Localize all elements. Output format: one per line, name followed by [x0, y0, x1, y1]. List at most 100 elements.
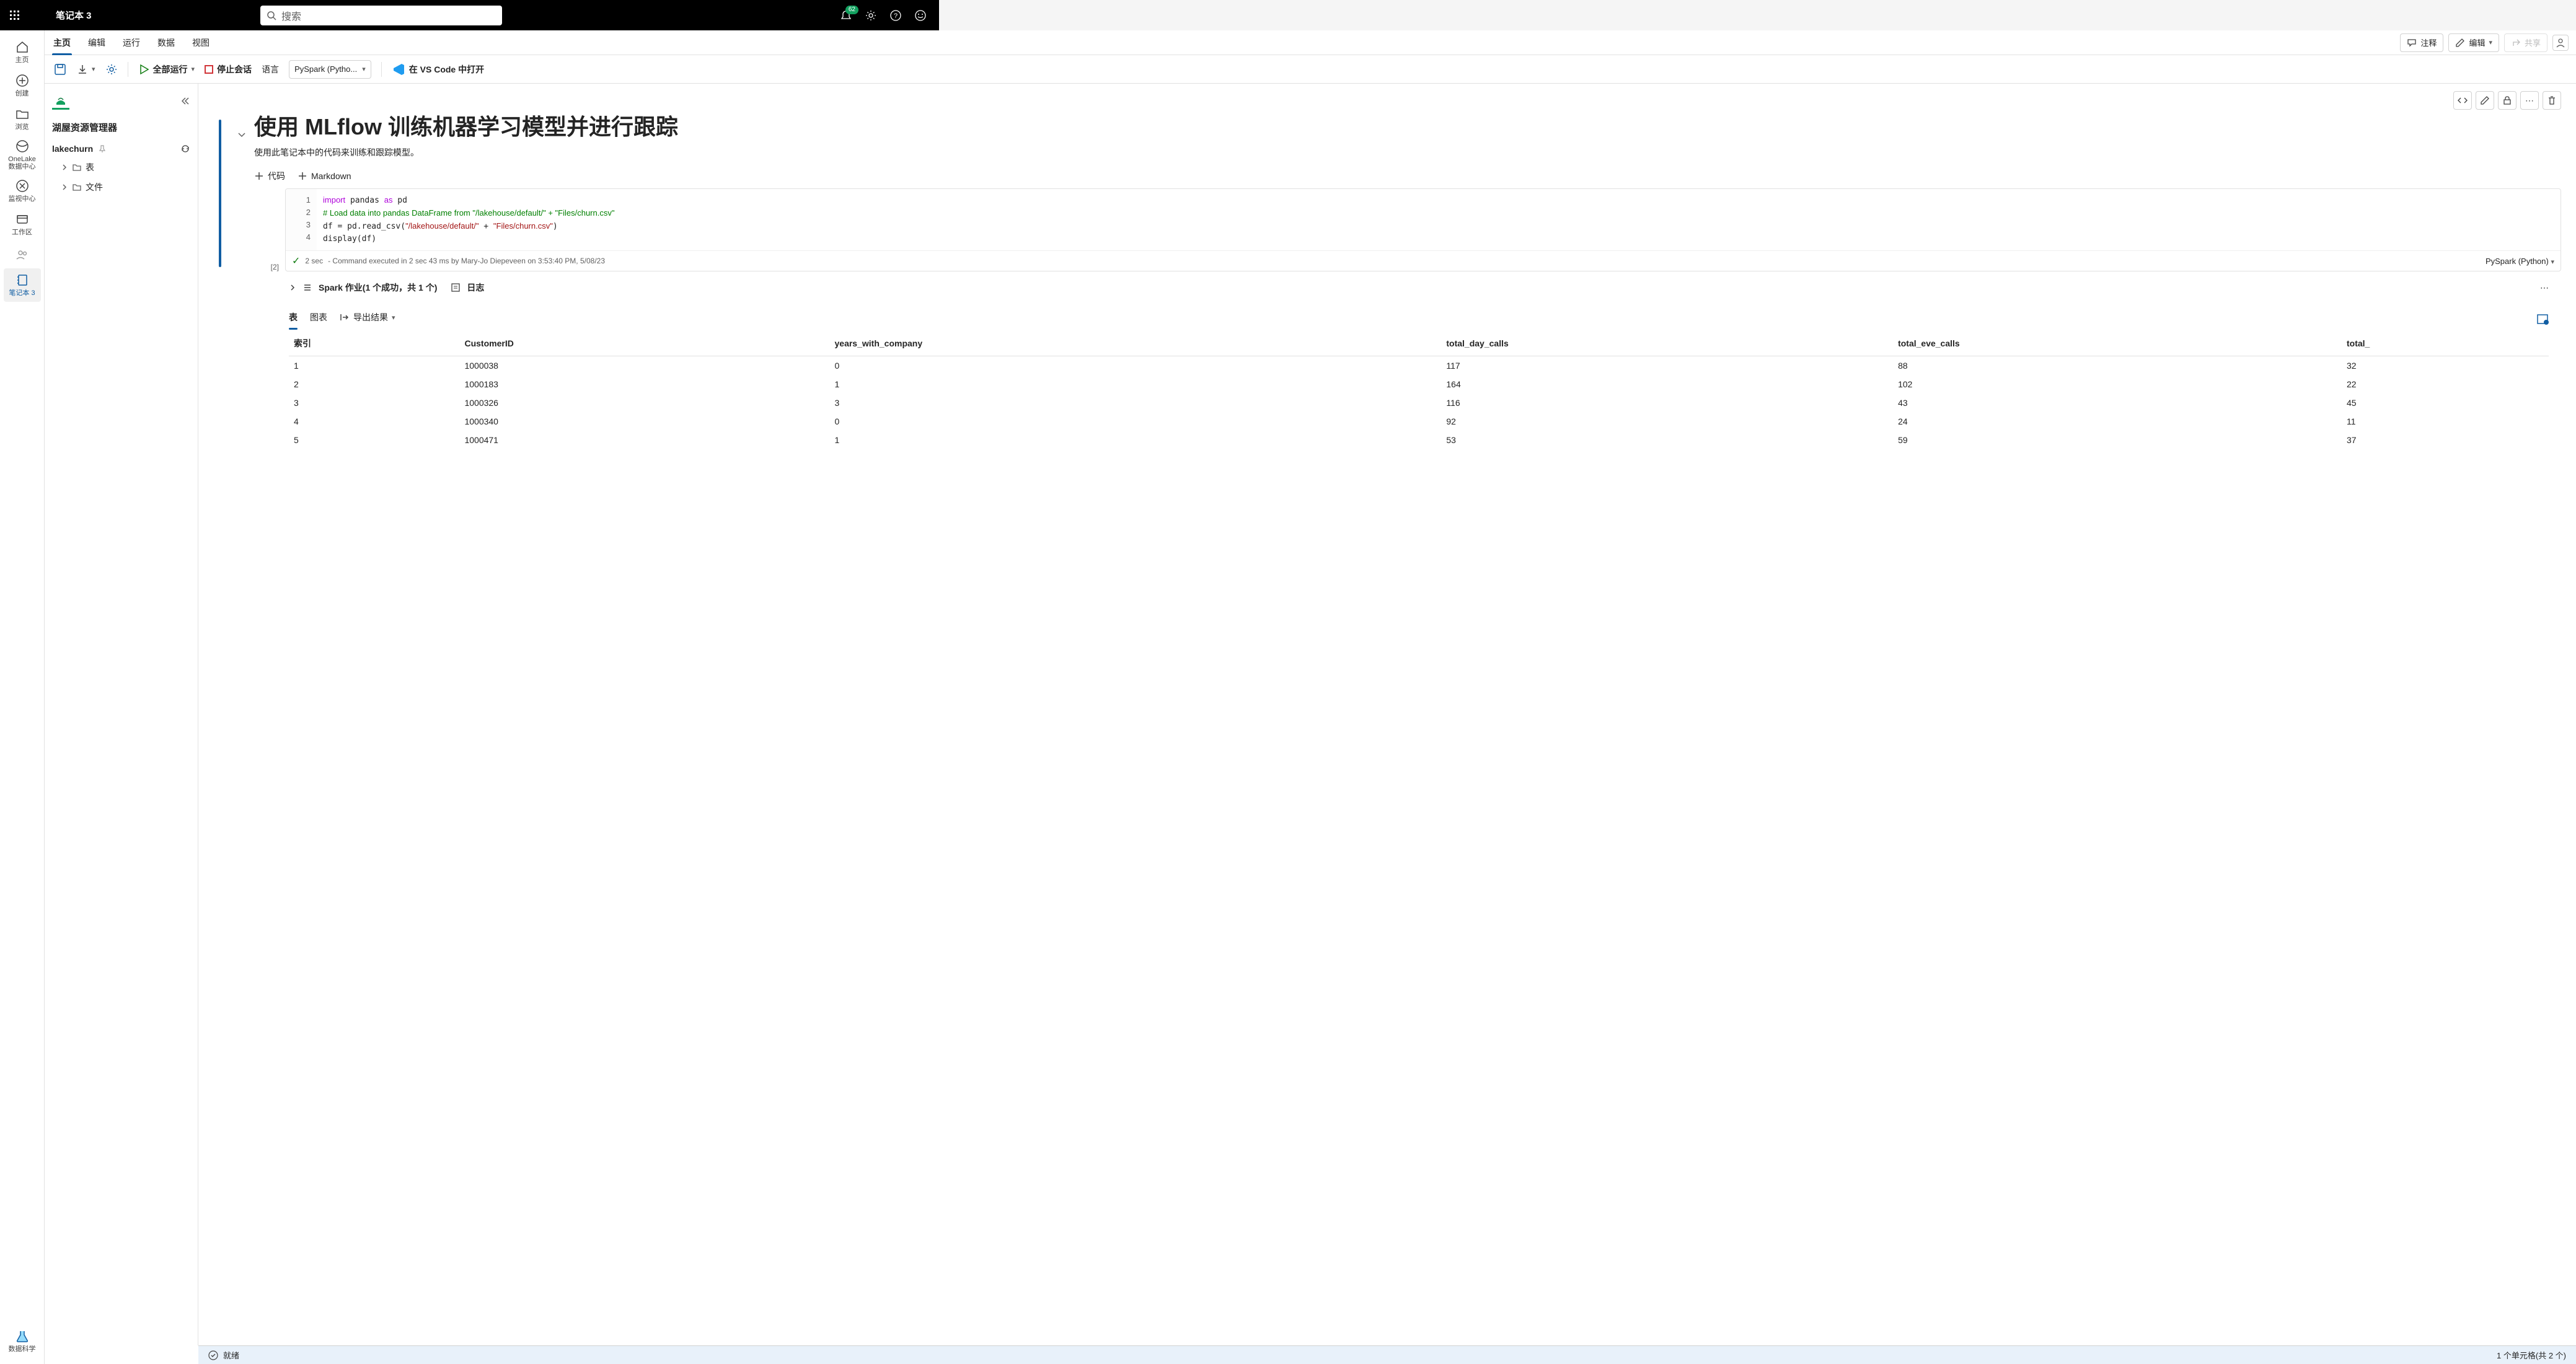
cell-edit-button[interactable]	[2476, 91, 2494, 110]
feedback-button[interactable]	[914, 9, 927, 22]
notebook-area: ⋯ 使用 MLflow 训练机器学习模型并进行跟踪 使用此笔记本中的代码来训练和…	[198, 84, 2576, 1345]
table-row[interactable]: 3100032631164345	[289, 394, 2549, 412]
share-icon	[2511, 38, 2521, 48]
nav-create[interactable]: 创建	[4, 69, 41, 102]
add-markdown-cell-button[interactable]: Markdown	[298, 170, 351, 182]
lakehouse-icon	[54, 93, 68, 107]
language-select[interactable]: PySpark (Pytho... ▾	[289, 60, 371, 79]
tab-home[interactable]: 主页	[52, 30, 72, 55]
sync-icon[interactable]	[180, 144, 190, 154]
table-cell: 116	[1441, 394, 1893, 412]
cell-selection-bar[interactable]	[219, 120, 221, 267]
lakehouse-item[interactable]: lakechurn	[50, 140, 193, 157]
table-cell: 22	[2342, 375, 2549, 394]
open-vscode-button[interactable]: 在 VS Code 中打开	[392, 63, 484, 76]
tab-edit[interactable]: 编辑	[87, 30, 107, 55]
plus-icon	[298, 171, 307, 181]
table-cell: 1	[830, 431, 1442, 449]
save-icon	[53, 63, 67, 76]
table-cell: 0	[830, 356, 1442, 376]
table-row[interactable]: 410003400922411	[289, 412, 2549, 431]
run-all-button[interactable]: 全部运行 ▾	[138, 63, 195, 76]
spark-more-button[interactable]: ⋯	[2540, 283, 2549, 293]
table-cell: 1000038	[459, 356, 829, 376]
code-editor[interactable]: import pandas as pd # Load data into pan…	[317, 189, 2561, 250]
stop-session-button[interactable]: 停止会话	[205, 63, 252, 76]
nav-data-science[interactable]: 数据科学	[4, 1324, 41, 1358]
output-tab-table[interactable]: 表	[289, 311, 298, 327]
col-day-calls[interactable]: total_day_calls	[1441, 331, 1893, 356]
settings-button[interactable]	[865, 9, 877, 22]
table-cell: 0	[830, 412, 1442, 431]
vscode-icon	[392, 63, 405, 76]
help-button[interactable]: ?	[889, 9, 902, 22]
play-icon	[138, 64, 149, 75]
spark-expand-toggle[interactable]	[289, 284, 296, 291]
col-years[interactable]: years_with_company	[830, 331, 1442, 356]
export-results-button[interactable]: 导出结果 ▾	[340, 311, 395, 327]
pencil-icon	[2455, 38, 2465, 48]
chevron-down-icon: ▾	[2489, 38, 2492, 46]
home-icon	[15, 40, 29, 54]
tree-tables[interactable]: 表	[50, 157, 193, 177]
add-code-cell-button[interactable]: 代码	[254, 170, 285, 182]
svg-text:?: ?	[894, 12, 898, 20]
chevron-right-icon	[61, 183, 68, 191]
check-icon: ✓	[292, 255, 300, 267]
app-launcher[interactable]	[5, 6, 25, 25]
table-cell: 1	[830, 375, 1442, 394]
nav-notebook-active[interactable]: 笔记本 3	[4, 268, 41, 302]
table-row[interactable]: 510004711535937	[289, 431, 2549, 449]
code-cell[interactable]: 1234 import pandas as pd # Load data int…	[285, 188, 2561, 271]
edit-mode-button[interactable]: 编辑 ▾	[2448, 33, 2499, 52]
tab-view[interactable]: 视图	[191, 30, 211, 55]
tab-data[interactable]: 数据	[156, 30, 176, 55]
cell-collapse-toggle[interactable]	[237, 130, 254, 139]
output-tab-chart[interactable]: 图表	[310, 311, 327, 327]
global-search[interactable]: 搜索	[260, 6, 502, 25]
exec-time: 2 sec	[305, 257, 323, 265]
table-cell: 2	[289, 375, 459, 394]
nav-workspace[interactable]: 工作区	[4, 208, 41, 241]
cell-delete-button[interactable]	[2543, 91, 2561, 110]
nav-people[interactable]	[4, 241, 41, 268]
nav-monitor[interactable]: 监视中心	[4, 174, 41, 208]
table-settings-icon[interactable]	[2536, 313, 2549, 325]
download-button[interactable]: ▾	[77, 64, 95, 75]
share-button[interactable]: 共享	[2504, 33, 2547, 52]
cell-code-button[interactable]	[2453, 91, 2472, 110]
comment-button[interactable]: 注释	[2400, 33, 2443, 52]
notifications-button[interactable]: 62	[840, 9, 852, 22]
table-row[interactable]: 1100003801178832	[289, 356, 2549, 376]
nav-home[interactable]: 主页	[4, 35, 41, 69]
main-area: 主页 编辑 运行 数据 视图 注释 编辑 ▾ 共享	[45, 30, 2576, 1364]
notebook-icon	[15, 273, 29, 287]
cell-toolbar: ⋯	[254, 91, 2561, 110]
col-customerid[interactable]: CustomerID	[459, 331, 829, 356]
table-cell: 1000340	[459, 412, 829, 431]
col-total[interactable]: total_	[2342, 331, 2549, 356]
table-cell: 117	[1441, 356, 1893, 376]
tab-run[interactable]: 运行	[121, 30, 141, 55]
collapse-panel-button[interactable]	[180, 96, 190, 106]
nav-browse[interactable]: 浏览	[4, 102, 41, 136]
plus-circle-icon	[15, 74, 29, 87]
tree-files[interactable]: 文件	[50, 177, 193, 197]
col-eve-calls[interactable]: total_eve_calls	[1893, 331, 2342, 356]
settings-gear-button[interactable]	[105, 63, 118, 76]
table-cell: 102	[1893, 375, 2342, 394]
save-button[interactable]	[53, 63, 67, 76]
table-cell: 32	[2342, 356, 2549, 376]
col-index[interactable]: 索引	[289, 331, 459, 356]
export-icon	[340, 313, 350, 322]
explorer-home-tab[interactable]	[52, 92, 69, 110]
check-circle-icon	[208, 1350, 218, 1360]
spark-jobs-label[interactable]: Spark 作业(1 个成功，共 1 个)	[319, 281, 437, 294]
table-row[interactable]: 21000183116410222	[289, 375, 2549, 394]
cell-more-button[interactable]: ⋯	[2520, 91, 2539, 110]
presence-indicator[interactable]	[2552, 35, 2569, 51]
cell-lock-button[interactable]	[2498, 91, 2516, 110]
logs-button[interactable]: 日志	[467, 281, 484, 294]
cell-lang-tag[interactable]: PySpark (Python) ▾	[2486, 257, 2554, 266]
nav-onelake[interactable]: OneLake 数据中心	[4, 136, 41, 174]
